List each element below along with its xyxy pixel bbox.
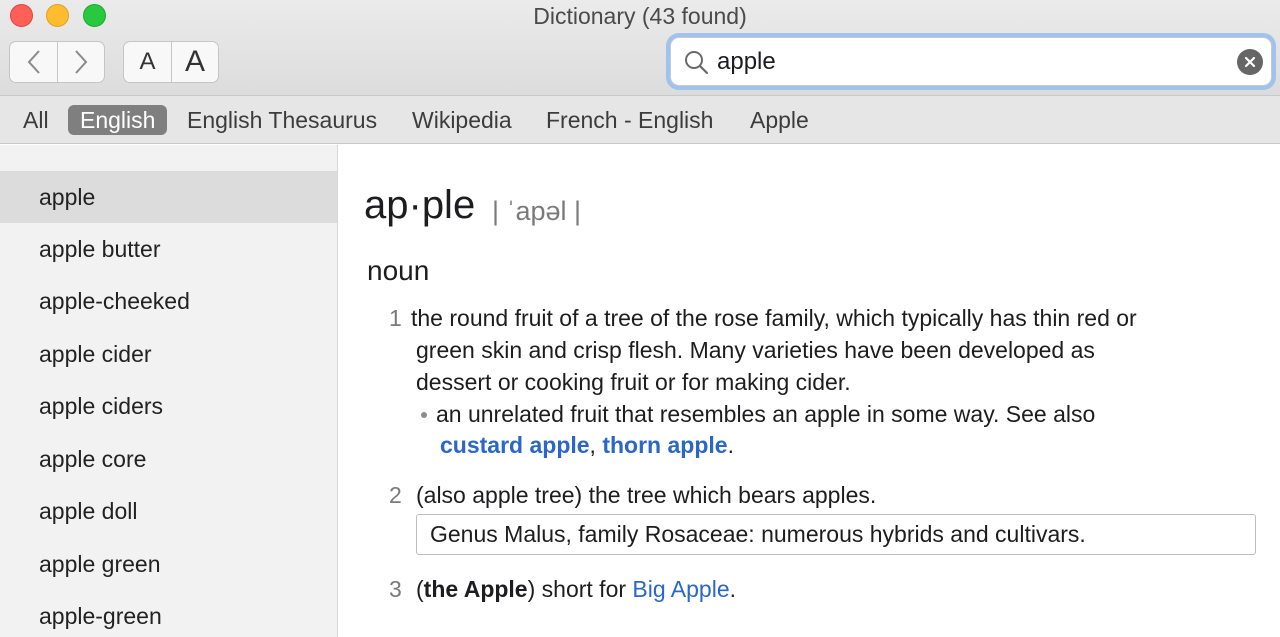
- sense-1-line-1: the round fruit of a tree of the rose fa…: [411, 305, 1137, 331]
- headword: ap·ple: [364, 183, 476, 227]
- sense-2-text: (also apple tree) the tree which bears a…: [416, 482, 877, 508]
- sense-3-text: (the Apple) short for Big Apple.: [416, 576, 736, 603]
- magnifier-icon: [685, 51, 709, 75]
- tab-wikipedia[interactable]: Wikipedia: [412, 105, 512, 135]
- window-title: Dictionary (43 found): [533, 3, 747, 29]
- tab-apple[interactable]: Apple: [750, 105, 809, 135]
- tab-english[interactable]: English: [68, 105, 168, 135]
- sense-1-line-2: green skin and crisp flesh. Many varieti…: [416, 337, 1095, 363]
- result-item-apple-ciders[interactable]: apple ciders: [0, 380, 337, 432]
- chevron-left-icon: [27, 50, 40, 74]
- sub-sense-line-2: custard apple, thorn apple.: [440, 432, 734, 459]
- taxonomy-note-box: Genus Malus, family Rosaceae: numerous h…: [416, 514, 1256, 555]
- sense-3-open-paren: (: [416, 576, 424, 602]
- title-bar: Dictionary (43 found) A A: [0, 0, 1280, 96]
- result-item-apple-butter[interactable]: apple butter: [0, 223, 337, 275]
- sub-sense-bullet: [421, 412, 427, 418]
- result-item-apple-core[interactable]: apple core: [0, 433, 337, 485]
- result-item-apple[interactable]: apple: [0, 171, 337, 223]
- sub-sense-end: .: [727, 432, 734, 458]
- sense-3-bold: the Apple: [423, 576, 528, 602]
- chevron-right-icon: [75, 50, 88, 74]
- tab-english-thesaurus[interactable]: English Thesaurus: [187, 105, 377, 135]
- definition-pane: ap·ple | ˈapəl | noun 1 the round fruit …: [339, 145, 1280, 637]
- link-custard-apple[interactable]: custard apple: [440, 432, 590, 458]
- forward-button[interactable]: [57, 41, 105, 83]
- search-field[interactable]: [670, 37, 1272, 86]
- decrease-font-button[interactable]: A: [123, 41, 171, 83]
- sense-3-end: .: [729, 576, 737, 602]
- link-separator: ,: [589, 432, 596, 458]
- link-thorn-apple[interactable]: thorn apple: [602, 432, 727, 458]
- sense-3-mid: ) short for: [527, 576, 633, 602]
- part-of-speech: noun: [367, 255, 430, 286]
- sense-number-3: 3: [389, 576, 402, 602]
- pronunciation: | ˈapəl |: [492, 196, 582, 226]
- x-icon: [1244, 56, 1256, 68]
- sense-1-line-3: dessert or cooking fruit or for making c…: [416, 369, 851, 395]
- results-sidebar: apple apple butter apple-cheeked apple c…: [0, 145, 338, 637]
- sense-number-1: 1: [389, 305, 402, 331]
- scope-tab-bar: All English English Thesaurus Wikipedia …: [0, 96, 1280, 144]
- search-input[interactable]: [717, 46, 1217, 78]
- result-item-apple-green-hyphen[interactable]: apple-green: [0, 590, 337, 637]
- clear-icon[interactable]: [1237, 49, 1263, 75]
- tab-all[interactable]: All: [23, 105, 49, 135]
- result-item-apple-green[interactable]: apple green: [0, 538, 337, 590]
- result-item-apple-cheeked[interactable]: apple-cheeked: [0, 275, 337, 327]
- increase-font-button[interactable]: A: [171, 41, 219, 83]
- back-button[interactable]: [9, 41, 57, 83]
- sense-number-2: 2: [389, 482, 402, 508]
- result-item-apple-doll[interactable]: apple doll: [0, 485, 337, 537]
- tab-french-english[interactable]: French - English: [546, 105, 713, 135]
- sub-sense-line-1: an unrelated fruit that resembles an app…: [436, 401, 1096, 427]
- link-big-apple[interactable]: Big Apple: [632, 576, 729, 602]
- result-item-apple-cider[interactable]: apple cider: [0, 328, 337, 380]
